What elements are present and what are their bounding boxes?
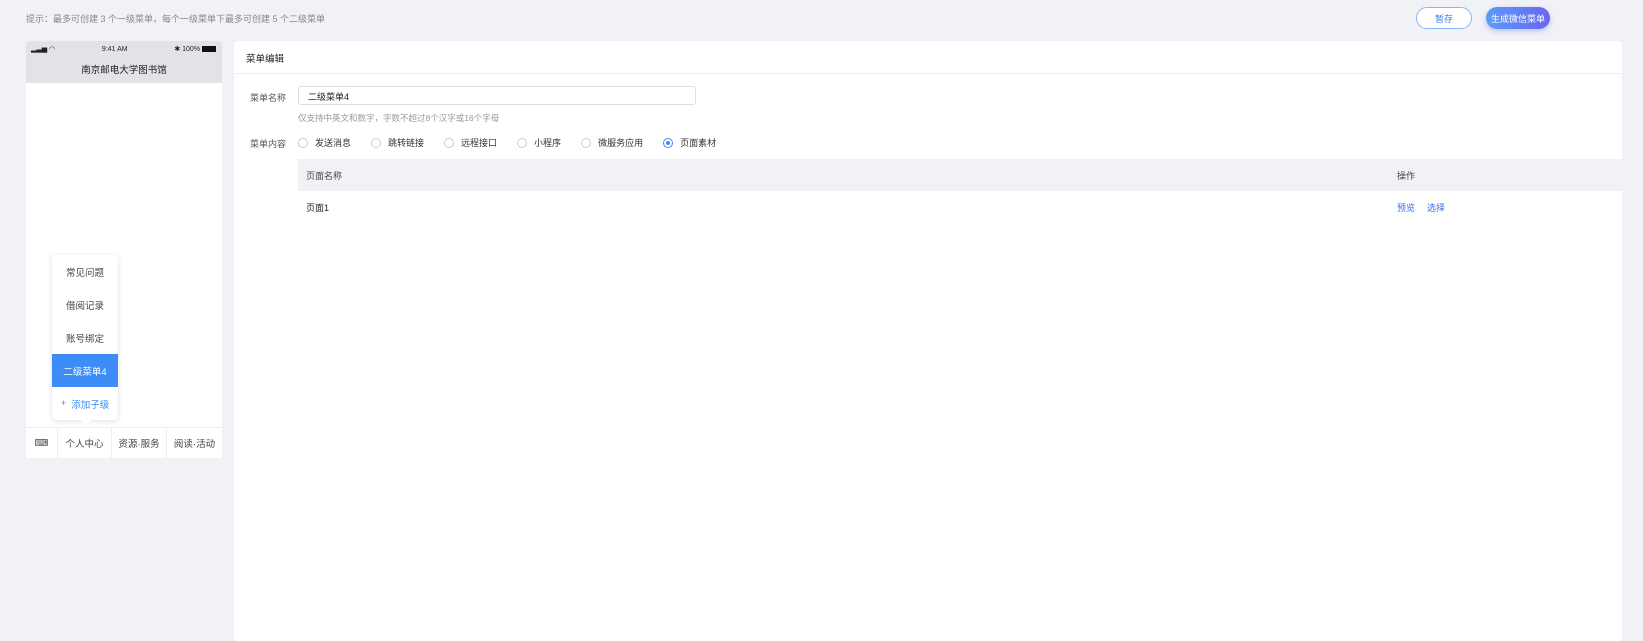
page-table: 页面名称 操作 页面1 预览 选择 [298,159,1622,223]
save-draft-button[interactable]: 暂存 [1416,7,1472,29]
keyboard-icon[interactable]: ⌨ [26,428,58,458]
battery-text: 100% [182,46,201,53]
radio-label: 发送消息 [315,138,352,148]
cell-page-name: 页面1 [306,202,330,213]
phone-preview: ▂▃▅ ◠ 9:41 AM ✱ 100% 南京邮电大学图书馆 常见问题 借阅记录… [26,41,222,458]
submenu-item[interactable]: 常见问题 [52,255,118,288]
table-header: 页面名称 操作 [298,159,1622,191]
menu-tab[interactable]: 个人中心 [58,428,112,458]
select-link[interactable]: 选择 [1427,203,1445,213]
menu-tab[interactable]: 资源·服务 [112,428,167,458]
radio-circle-icon [298,137,308,148]
panel-title: 菜单编辑 [234,41,1622,74]
signal-wifi-icon: ▂▃▅ ◠ [31,46,56,53]
radio-label: 页面素材 [680,138,717,148]
radio-circle-icon [517,137,528,148]
radio-mini-program[interactable]: 小程序 [517,136,561,149]
plus-icon: + [60,398,67,409]
phone-header: ▂▃▅ ◠ 9:41 AM ✱ 100% 南京邮电大学图书馆 [26,41,222,83]
phone-menu-bar: ⌨ 个人中心 资源·服务 阅读·活动 [26,427,222,458]
battery-icon [202,46,216,53]
menu-name-label: 菜单名称 [249,93,286,103]
radio-circle-icon [444,137,455,148]
radio-jump-link[interactable]: 跳转链接 [371,136,424,149]
submenu-popup: 常见问题 借阅记录 账号绑定 二级菜单4 + 添加子级 [52,255,118,425]
menu-tab[interactable]: 阅读·活动 [167,428,222,458]
preview-link[interactable]: 预览 [1397,203,1415,213]
table-row: 页面1 预览 选择 [298,191,1622,223]
add-child-button[interactable]: + 添加子级 [52,387,118,420]
submenu-item[interactable]: 借阅记录 [52,288,118,321]
add-child-label: 添加子级 [71,399,110,411]
radio-remote-api[interactable]: 远程接口 [444,136,497,149]
menu-editor-panel: 菜单编辑 菜单名称 二级菜单4 仅支持中英文和数字，字数不超过8个汉字或16个字… [234,41,1622,641]
phone-title: 南京邮电大学图书馆 [81,65,167,76]
content-type-radio-group: 发送消息 跳转链接 远程接口 小程序 微服务应用 页面素材 [298,136,736,149]
radio-circle-icon [581,137,592,148]
header-actions: 操作 [1397,170,1416,181]
radio-label: 远程接口 [461,138,498,148]
radio-label: 跳转链接 [388,138,425,148]
name-hint: 仅支持中英文和数字，字数不超过8个汉字或16个字母 [298,113,500,123]
battery-indicator: ✱ 100% [174,45,216,53]
radio-page-material[interactable]: 页面素材 [663,136,716,149]
generate-menu-button[interactable]: 生成微信菜单 [1486,7,1550,29]
radio-micro-service[interactable]: 微服务应用 [581,136,643,149]
submenu-item-active[interactable]: 二级菜单4 [52,354,118,387]
radio-send-message[interactable]: 发送消息 [298,136,351,149]
menu-content-label: 菜单内容 [249,139,286,149]
header-page-name: 页面名称 [306,170,343,181]
menu-name-input[interactable]: 二级菜单4 [298,86,696,105]
radio-label: 微服务应用 [598,138,644,148]
radio-circle-icon [371,137,382,148]
submenu-item[interactable]: 账号绑定 [52,321,118,354]
status-time: 9:41 AM [101,45,128,53]
tip-text: 提示：最多可创建 3 个一级菜单，每个一级菜单下最多可创建 5 个二级菜单 [26,14,326,24]
status-bar: ▂▃▅ ◠ 9:41 AM ✱ 100% [26,41,222,53]
radio-checked-icon [663,137,674,148]
radio-label: 小程序 [534,138,562,148]
